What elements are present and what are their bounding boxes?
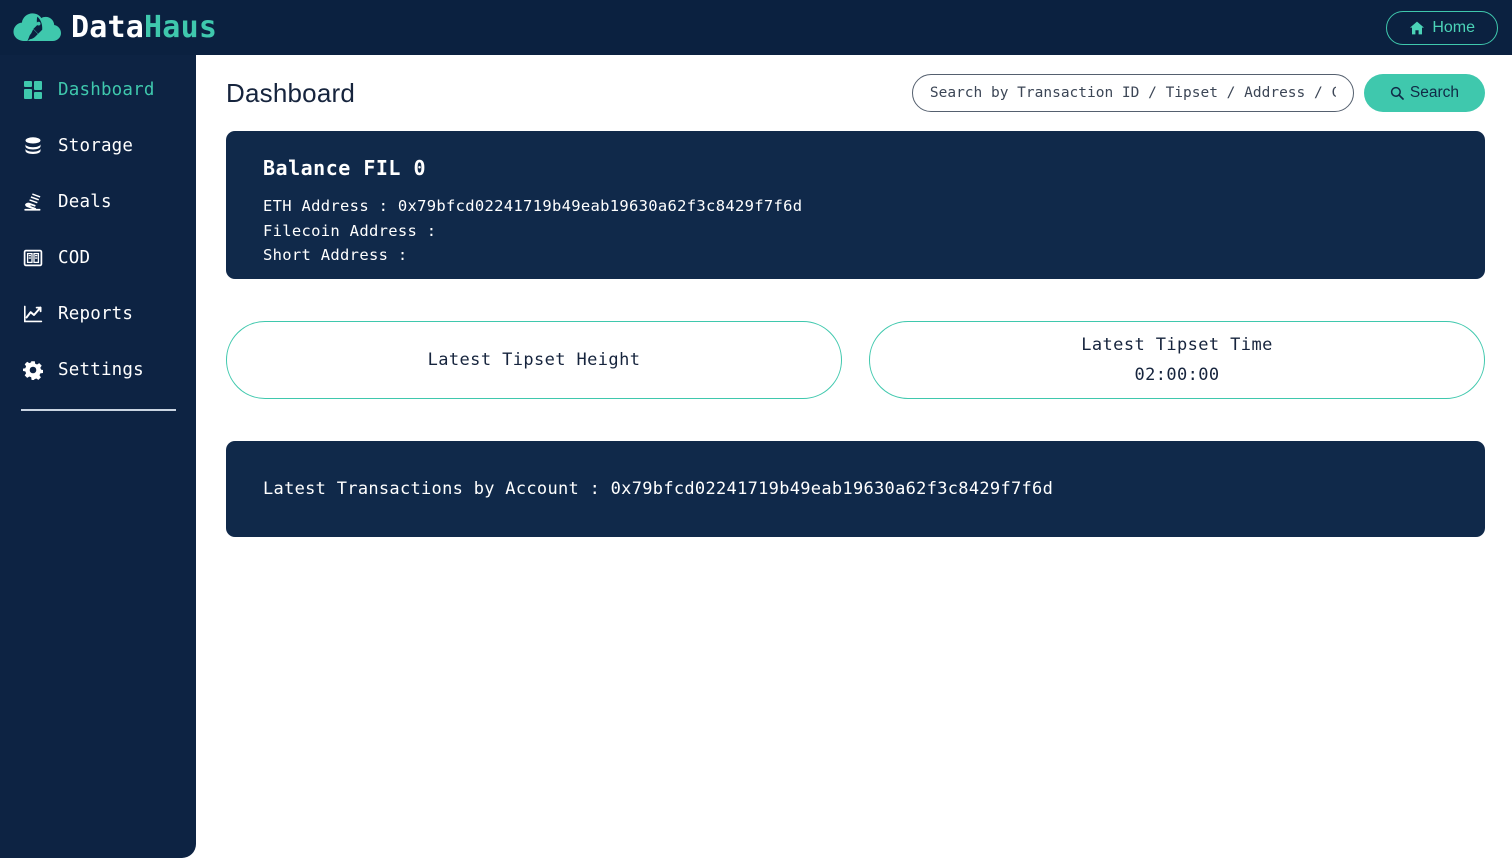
latest-tipset-time-card[interactable]: Latest Tipset Time 02:00:00: [869, 321, 1485, 399]
home-button-label: Home: [1432, 19, 1475, 37]
home-icon: [1409, 20, 1425, 36]
page-title: Dashboard: [226, 78, 355, 109]
grid-dashboard-icon: [22, 79, 44, 101]
sidebar-item-storage[interactable]: Storage: [0, 129, 196, 163]
home-button[interactable]: Home: [1386, 11, 1498, 45]
search-area: Search: [912, 74, 1485, 112]
sidebar-item-dashboard[interactable]: Dashboard: [0, 73, 196, 107]
line-chart-icon: [22, 303, 44, 325]
latest-tipset-height-card[interactable]: Latest Tipset Height: [226, 321, 842, 399]
balance-title: Balance FIL 0: [263, 156, 1485, 180]
search-button-label: Search: [1410, 84, 1459, 102]
top-bar: DataHaus Home: [0, 0, 1512, 55]
gear-icon: [22, 359, 44, 381]
brand[interactable]: DataHaus: [12, 8, 217, 48]
sidebar-item-reports-label: Reports: [58, 304, 133, 324]
brand-data-text: Data: [71, 10, 144, 45]
sidebar-item-cod-label: COD: [58, 248, 90, 268]
latest-transactions-text: Latest Transactions by Account : 0x79bfc…: [263, 479, 1053, 499]
short-address-line: Short Address :: [263, 243, 1485, 268]
sidebar-item-dashboard-label: Dashboard: [58, 80, 155, 100]
latest-tipset-time-value: 02:00:00: [1134, 365, 1219, 385]
sidebar-item-settings-label: Settings: [58, 360, 144, 380]
search-input[interactable]: [912, 74, 1354, 112]
latest-tipset-time-label: Latest Tipset Time: [1081, 335, 1272, 355]
cloud-rocket-logo: [12, 8, 62, 48]
building-columns-icon: [22, 247, 44, 269]
sidebar-item-deals[interactable]: Deals: [0, 185, 196, 219]
content-area: Balance FIL 0 ETH Address : 0x79bfcd0224…: [196, 131, 1512, 537]
main-content: Dashboard Search Balance FIL 0 ETH Addre…: [196, 55, 1512, 866]
sidebar-item-settings[interactable]: Settings: [0, 353, 196, 387]
dashboard-page: DataHaus Home Dashboard: [0, 0, 1512, 866]
balance-card: Balance FIL 0 ETH Address : 0x79bfcd0224…: [226, 131, 1485, 279]
database-icon: [22, 135, 44, 157]
sidebar-item-storage-label: Storage: [58, 136, 133, 156]
sidebar: Dashboard Storage: [0, 55, 196, 858]
sidebar-item-deals-label: Deals: [58, 192, 112, 212]
sidebar-item-reports[interactable]: Reports: [0, 297, 196, 331]
sidebar-item-cod[interactable]: COD: [0, 241, 196, 275]
latest-transactions-card: Latest Transactions by Account : 0x79bfc…: [226, 441, 1485, 537]
main-header: Dashboard Search: [196, 55, 1512, 131]
brand-haus-text: Haus: [144, 10, 217, 45]
eth-address-line: ETH Address : 0x79bfcd02241719b49eab1963…: [263, 194, 1485, 219]
sidebar-divider: [21, 409, 176, 411]
latest-tipset-height-label: Latest Tipset Height: [428, 350, 641, 370]
filecoin-address-line: Filecoin Address :: [263, 219, 1485, 244]
search-icon: [1390, 86, 1404, 100]
tipset-cards-row: Latest Tipset Height Latest Tipset Time …: [226, 321, 1485, 399]
hand-signing-icon: [22, 191, 44, 213]
brand-text: DataHaus: [71, 13, 217, 43]
search-button[interactable]: Search: [1364, 74, 1485, 112]
